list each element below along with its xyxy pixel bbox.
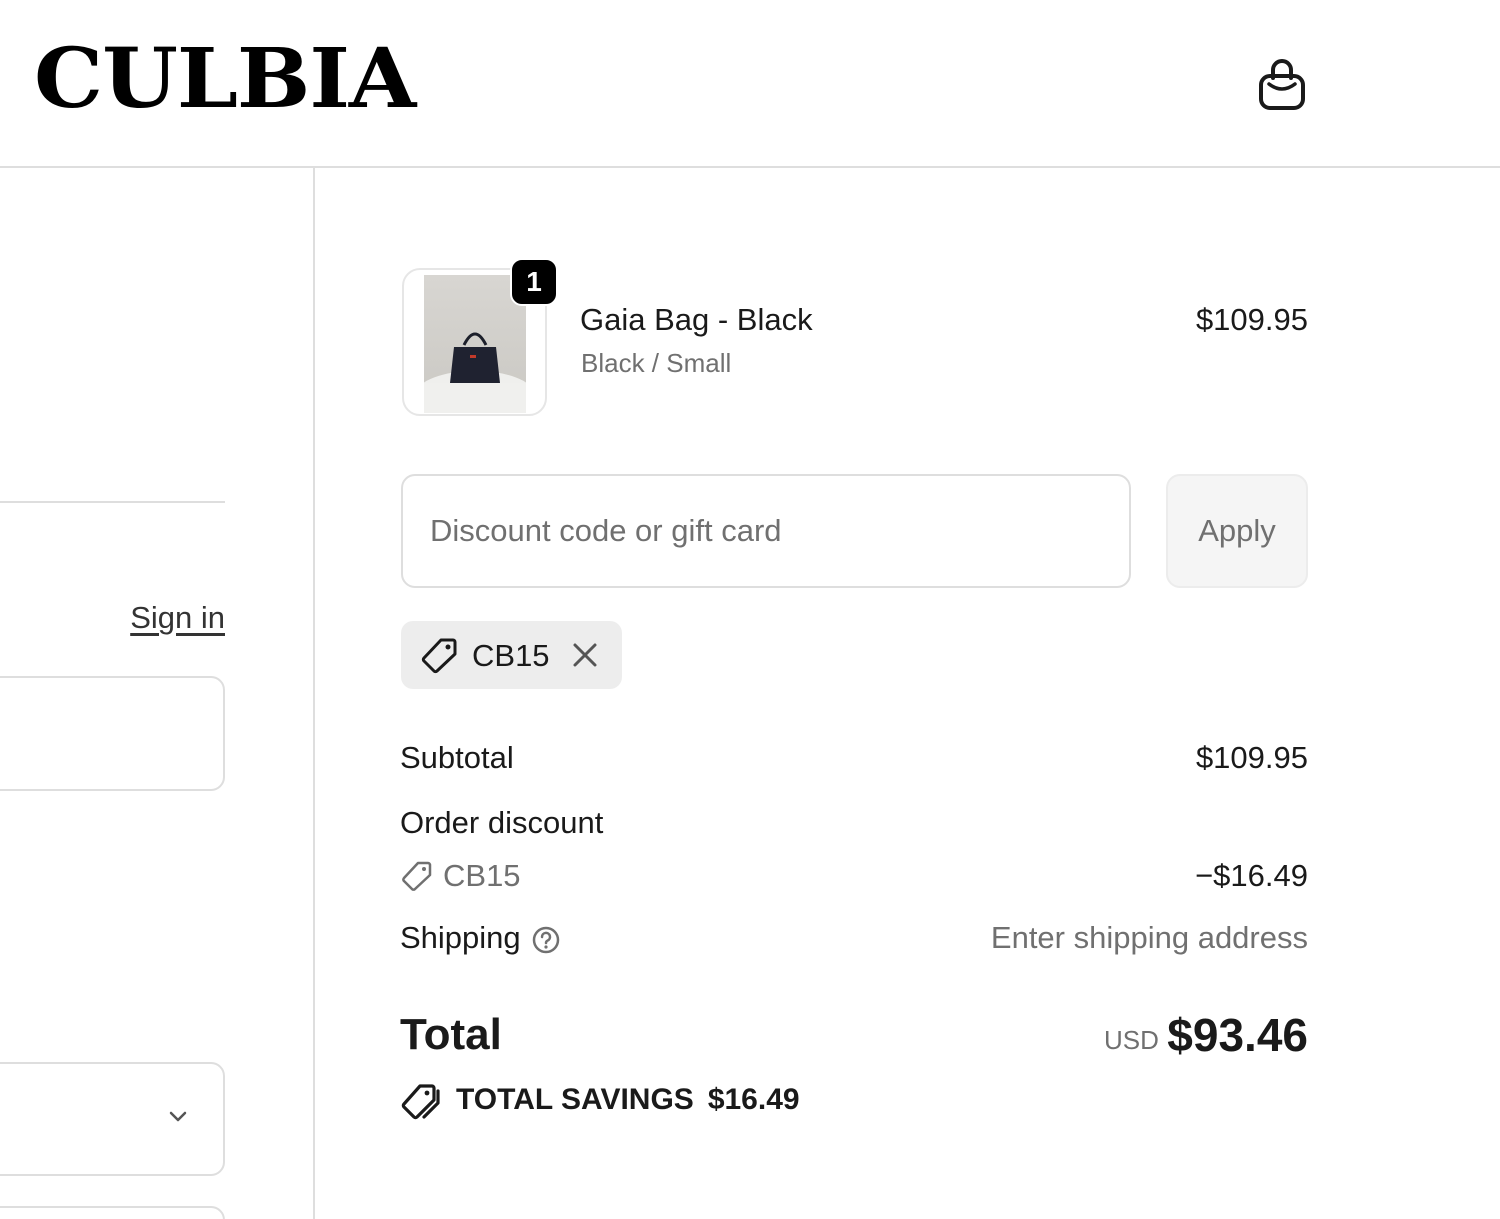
email-field[interactable] [0, 676, 225, 791]
shipping-label: Shipping [400, 920, 521, 955]
subtotal-value: $109.95 [1195, 740, 1308, 775]
total-value: $93.46 [1167, 1009, 1308, 1061]
sign-in-link[interactable]: Sign in [130, 600, 225, 636]
help-icon[interactable] [530, 924, 562, 956]
subtotal-label: Subtotal [400, 740, 514, 775]
order-discount-code: CB15 [443, 858, 521, 893]
apply-button[interactable]: Apply [1166, 474, 1308, 588]
applied-code: CB15 [472, 638, 550, 673]
total-savings: TOTAL SAVINGS $16.49 [456, 1083, 800, 1117]
chevron-down-icon [169, 1111, 187, 1122]
site-header: CULBIA [0, 0, 1500, 168]
tag-icon [421, 638, 457, 674]
currency-code: USD [1104, 1025, 1159, 1055]
product-price: $109.95 [1195, 302, 1308, 337]
savings-tag-icon [401, 1084, 440, 1120]
product-variant: Black / Small [581, 348, 732, 378]
shipping-value: Enter shipping address [990, 920, 1308, 955]
name-field[interactable] [0, 1206, 225, 1219]
section-divider [0, 501, 225, 503]
order-discount-value: −$16.49 [1195, 858, 1308, 893]
total-label: Total [400, 1010, 502, 1059]
applied-code-chip: CB15 [401, 621, 622, 689]
shopping-bag-icon[interactable] [1256, 56, 1308, 112]
total-savings-label: TOTAL SAVINGS [456, 1083, 694, 1116]
column-divider [313, 168, 315, 1219]
discount-code-input[interactable] [401, 474, 1131, 588]
quantity-badge: 1 [510, 258, 558, 306]
remove-code-icon[interactable] [569, 639, 601, 671]
tag-icon [402, 861, 432, 891]
total-savings-value: $16.49 [707, 1083, 800, 1116]
brand-logo[interactable]: CULBIA [34, 38, 416, 120]
order-discount-label: Order discount [400, 805, 604, 840]
product-name: Gaia Bag - Black [580, 302, 813, 337]
